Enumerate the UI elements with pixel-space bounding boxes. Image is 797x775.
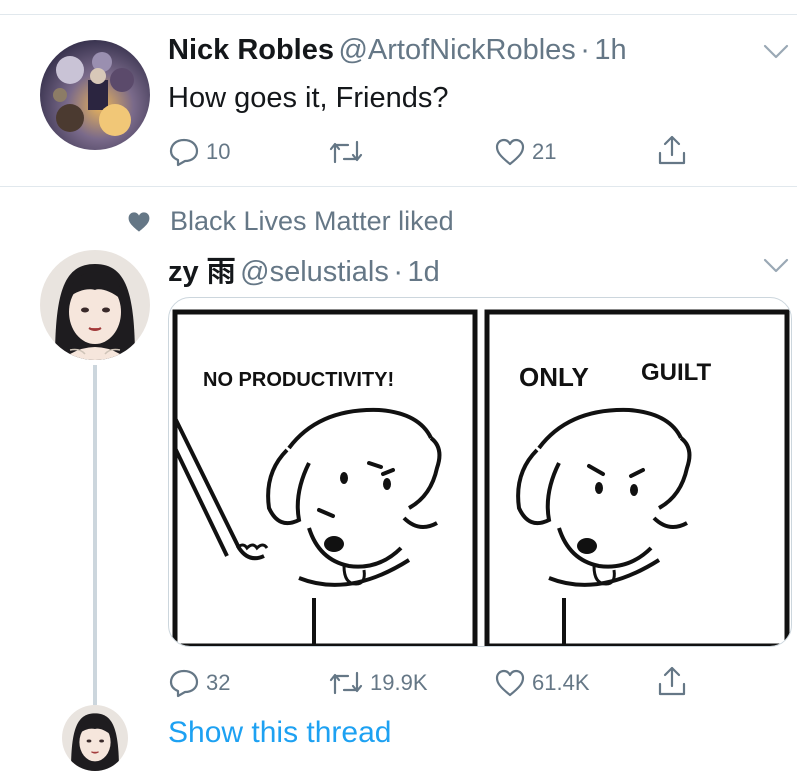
retweet-button[interactable] — [328, 138, 370, 166]
tweet-2-header: zy 雨 @selustials · 1d — [168, 248, 440, 290]
like-button[interactable]: 21 — [494, 137, 556, 167]
tweet-divider — [0, 186, 797, 187]
share-button[interactable] — [656, 664, 688, 698]
tweet-image[interactable]: NO PRODUCTIVITY! ONLY GUILT — [168, 297, 792, 647]
retweet-button[interactable]: 19.9K — [328, 669, 428, 697]
thread-avatar[interactable] — [62, 705, 128, 771]
tweet-1-header: Nick Robles @ArtofNickRobles · 1h — [168, 34, 627, 67]
share-icon — [658, 135, 686, 165]
separator-dot: · — [580, 34, 590, 66]
reply-count: 32 — [206, 670, 231, 695]
display-name[interactable]: Nick Robles — [168, 34, 334, 66]
user-handle[interactable]: @ArtofNickRobles — [338, 34, 575, 66]
reply-count: 10 — [206, 139, 231, 164]
tweet-text: How goes it, Friends? — [168, 82, 449, 114]
caret-down-icon[interactable] — [763, 258, 789, 279]
separator-dot: · — [393, 256, 403, 288]
show-thread-link[interactable]: Show this thread — [168, 716, 391, 750]
comic-image: NO PRODUCTIVITY! ONLY GUILT — [172, 309, 790, 646]
timestamp[interactable]: 1d — [407, 256, 439, 288]
heart-filled-icon — [128, 211, 150, 232]
retweet-count: 19.9K — [370, 670, 428, 695]
like-icon — [495, 138, 525, 166]
social-context: Black Lives Matter liked — [126, 206, 454, 237]
panel2-caption-b: GUILT — [641, 359, 712, 386]
reply-icon — [169, 669, 199, 698]
avatar-nick-robles[interactable] — [40, 40, 150, 150]
caret-down-icon[interactable] — [763, 44, 789, 65]
like-icon — [495, 669, 525, 697]
panel2-caption-a: ONLY — [519, 362, 589, 392]
top-divider — [0, 14, 797, 15]
user-handle[interactable]: @selustials — [240, 256, 389, 288]
panel1-caption: NO PRODUCTIVITY! — [203, 369, 394, 391]
like-count: 21 — [532, 139, 557, 164]
reply-icon — [169, 138, 199, 167]
like-button[interactable]: 61.4K — [494, 668, 590, 698]
thread-connector-line — [93, 365, 97, 705]
avatar-selustials[interactable] — [40, 250, 150, 360]
retweet-icon — [329, 140, 363, 164]
timestamp[interactable]: 1h — [594, 34, 626, 66]
display-name[interactable]: zy 雨 — [168, 256, 236, 288]
like-count: 61.4K — [532, 670, 590, 695]
reply-button[interactable]: 10 — [168, 136, 230, 168]
social-context-text[interactable]: Black Lives Matter liked — [170, 206, 454, 237]
retweet-icon — [329, 671, 363, 695]
share-button[interactable] — [656, 133, 688, 167]
reply-button[interactable]: 32 — [168, 667, 230, 699]
share-icon — [658, 666, 686, 696]
